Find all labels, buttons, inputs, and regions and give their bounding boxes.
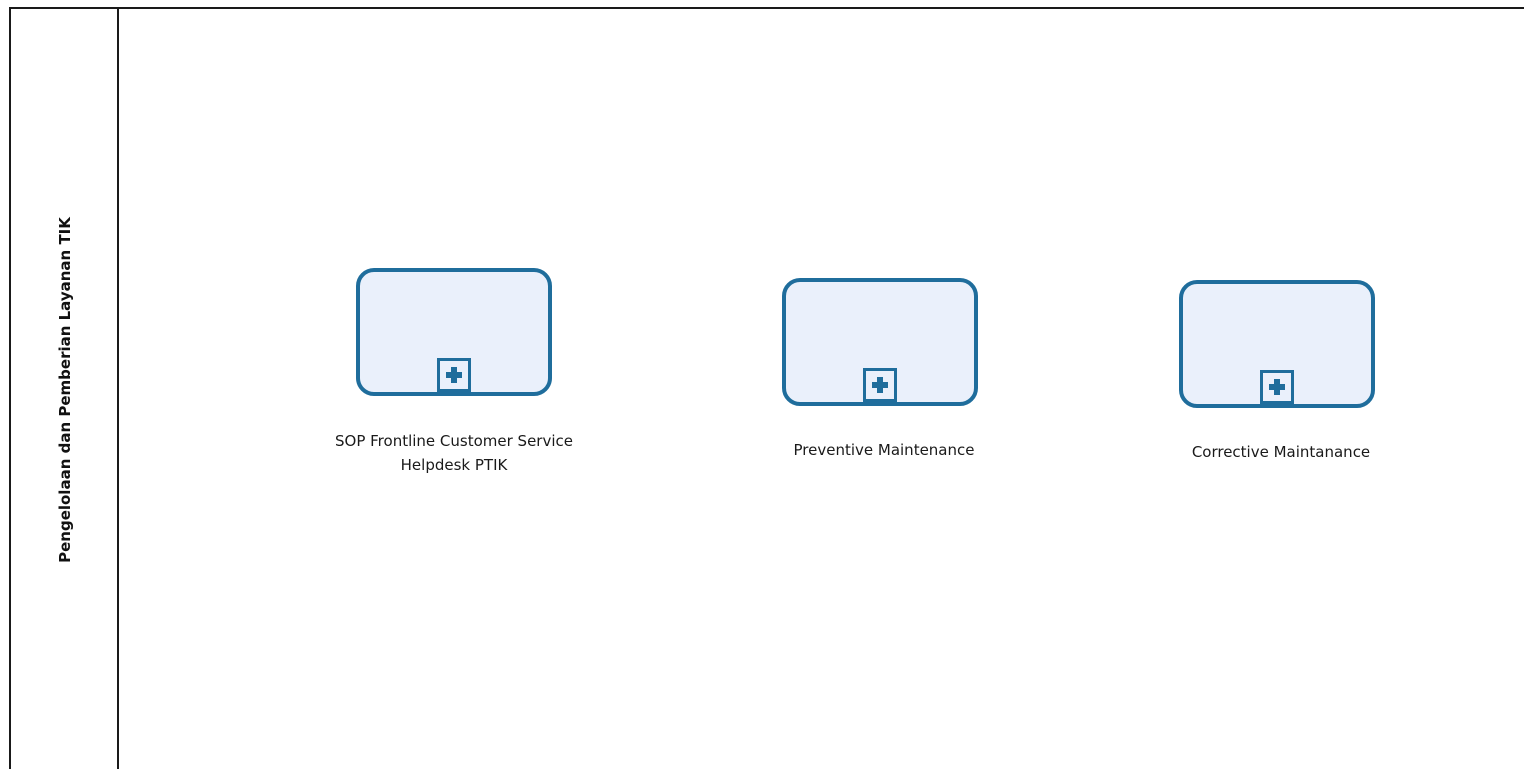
diagram-canvas: Pengelolaan dan Pemberian Layanan TIK SO…: [0, 0, 1524, 769]
subprocess-label: Preventive Maintenance: [793, 441, 975, 459]
subprocess-sop-frontline[interactable]: [356, 268, 552, 396]
subprocess-label: Corrective Maintanance: [1191, 443, 1371, 461]
lane-header: Pengelolaan dan Pemberian Layanan TIK: [11, 9, 119, 769]
subprocess-preventive-maintenance[interactable]: [782, 278, 978, 406]
lane-title: Pengelolaan dan Pemberian Layanan TIK: [56, 217, 74, 563]
subprocess-corrective-maintanance[interactable]: [1179, 280, 1375, 408]
plus-icon[interactable]: [1260, 370, 1294, 404]
plus-icon[interactable]: [863, 368, 897, 402]
plus-icon[interactable]: [437, 358, 471, 392]
subprocess-label: SOP Frontline Customer Service Helpdesk …: [335, 432, 573, 474]
